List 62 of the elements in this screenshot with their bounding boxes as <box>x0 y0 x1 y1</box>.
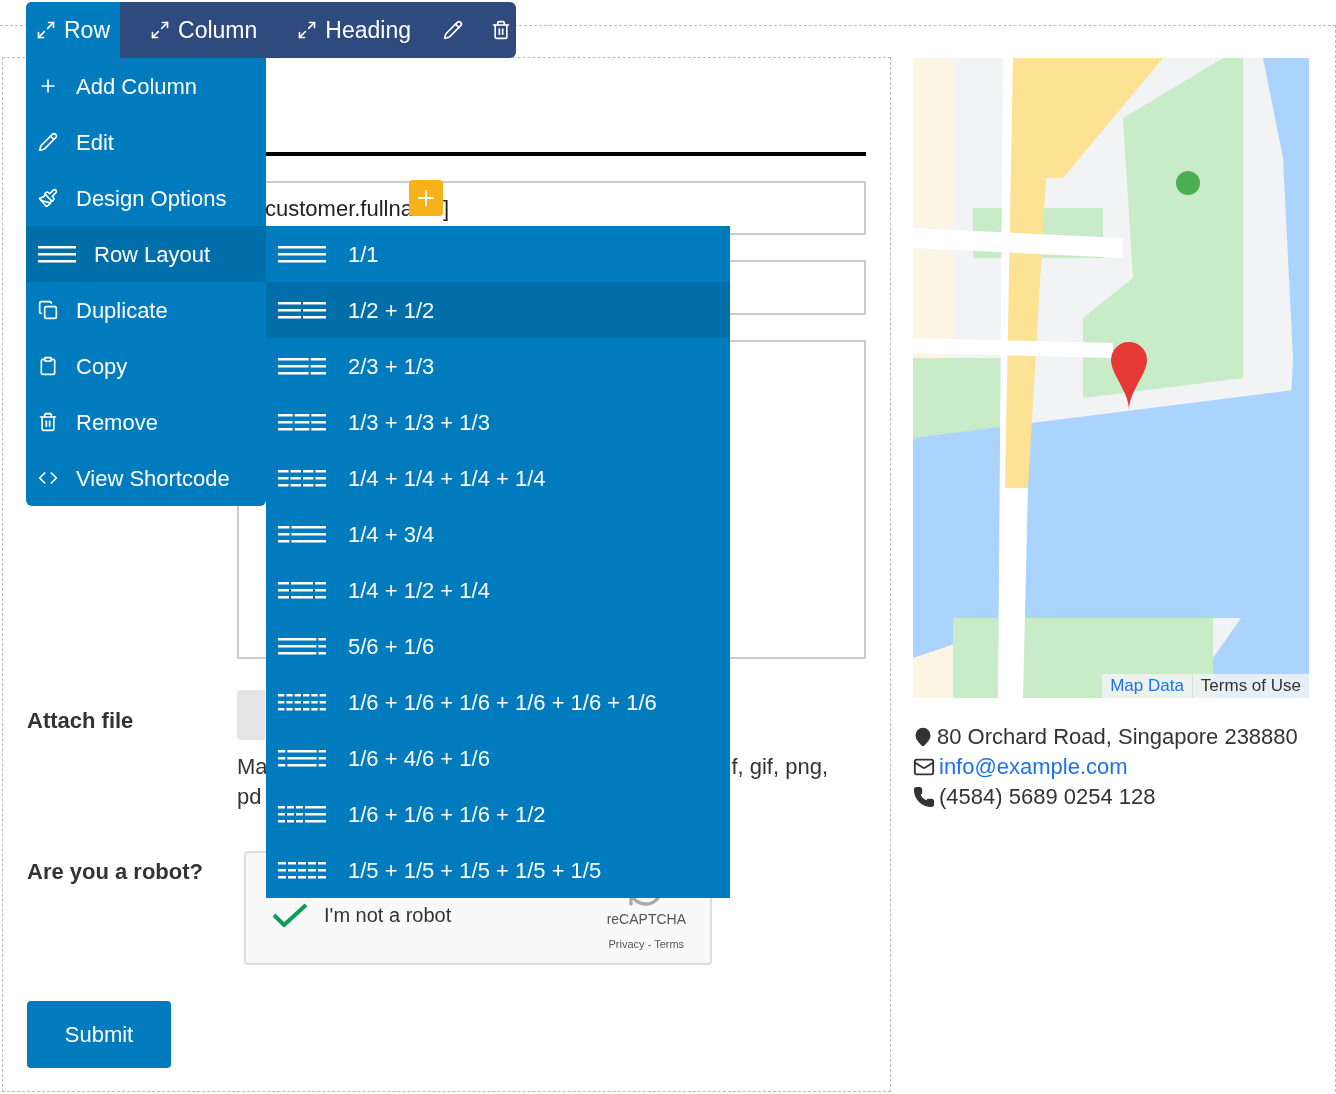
brush-icon <box>38 188 58 208</box>
duplicate-icon <box>38 300 58 320</box>
menu-item[interactable]: Remove <box>26 394 266 450</box>
layout-icon <box>278 245 326 263</box>
layout-icon <box>278 301 326 319</box>
captcha-label: I'm not a robot <box>324 903 452 928</box>
layout-icon <box>278 749 326 767</box>
check-icon <box>272 903 308 927</box>
breadcrumb-tab[interactable]: Column <box>140 2 268 58</box>
field-label: Are you a robot? <box>27 858 204 886</box>
menu-item[interactable]: Copy <box>26 338 266 394</box>
menu-item[interactable]: Duplicate <box>26 282 266 338</box>
breadcrumb-tab[interactable]: Heading <box>287 2 421 58</box>
trash-icon <box>38 412 58 432</box>
layout-option[interactable]: 1/6 + 1/6 + 1/6 + 1/6 + 1/6 + 1/6 <box>266 674 730 730</box>
trash-icon <box>490 20 511 40</box>
field-label: Attach file <box>27 707 135 735</box>
layout-icon <box>278 581 326 599</box>
layout-icon <box>278 357 326 375</box>
layout-option[interactable]: 1/4 + 3/4 <box>266 506 730 562</box>
help-text: Ma <box>237 753 268 781</box>
address-text: 80 Orchard Road, Singapore 238880 <box>937 723 1298 751</box>
layout-icon <box>278 469 326 487</box>
layout-option[interactable]: 1/2 + 1/2 <box>266 282 730 338</box>
menu-item[interactable]: Add Column <box>26 58 266 114</box>
layout-option[interactable]: 1/3 + 1/3 + 1/3 <box>266 394 730 450</box>
layout-option[interactable]: 1/5 + 1/5 + 1/5 + 1/5 + 1/5 <box>266 842 730 898</box>
help-text: f, gif, png, <box>731 753 828 781</box>
layout-icon <box>278 693 326 711</box>
expand-icon <box>150 20 170 40</box>
layout-icon <box>278 637 326 655</box>
help-text: pd <box>237 784 262 809</box>
map-link[interactable]: Terms of Use <box>1192 673 1309 698</box>
layout-option[interactable]: 1/6 + 1/6 + 1/6 + 1/2 <box>266 786 730 842</box>
layout-option[interactable]: 1/4 + 1/4 + 1/4 + 1/4 <box>266 450 730 506</box>
captcha-links[interactable]: Privacy - Terms <box>608 936 685 953</box>
pencil-icon <box>38 132 58 152</box>
layout-option[interactable]: 2/3 + 1/3 <box>266 338 730 394</box>
menu-item[interactable]: Edit <box>26 114 266 170</box>
expand-icon <box>297 20 318 40</box>
layout-option[interactable]: 5/6 + 1/6 <box>266 618 730 674</box>
pencil-icon <box>442 20 463 40</box>
menu-item[interactable]: View Shortcode <box>26 450 266 506</box>
email-link[interactable]: info@example.com <box>939 752 1128 782</box>
mail-icon <box>913 756 935 778</box>
phone-icon <box>913 786 935 808</box>
lines-icon <box>38 245 76 263</box>
map-link[interactable]: Map Data <box>1102 673 1193 698</box>
expand-icon <box>36 20 56 40</box>
menu-item[interactable]: Row Layout <box>26 226 266 282</box>
layout-icon <box>278 525 326 543</box>
layout-option[interactable]: 1/6 + 4/6 + 1/6 <box>266 730 730 786</box>
layout-icon <box>278 805 326 823</box>
layout-icon <box>278 861 326 879</box>
layout-option[interactable]: 1/4 + 1/2 + 1/4 <box>266 562 730 618</box>
clipboard-icon <box>38 356 58 376</box>
breadcrumb-tab[interactable]: Row <box>26 2 120 58</box>
layout-icon <box>278 413 326 431</box>
map-pin-icon <box>913 726 933 748</box>
submit-button[interactable]: Submit <box>27 1001 171 1068</box>
captcha-brand: reCAPTCHA <box>606 910 686 930</box>
phone-text: (4584) 5689 0254 128 <box>939 783 1156 811</box>
